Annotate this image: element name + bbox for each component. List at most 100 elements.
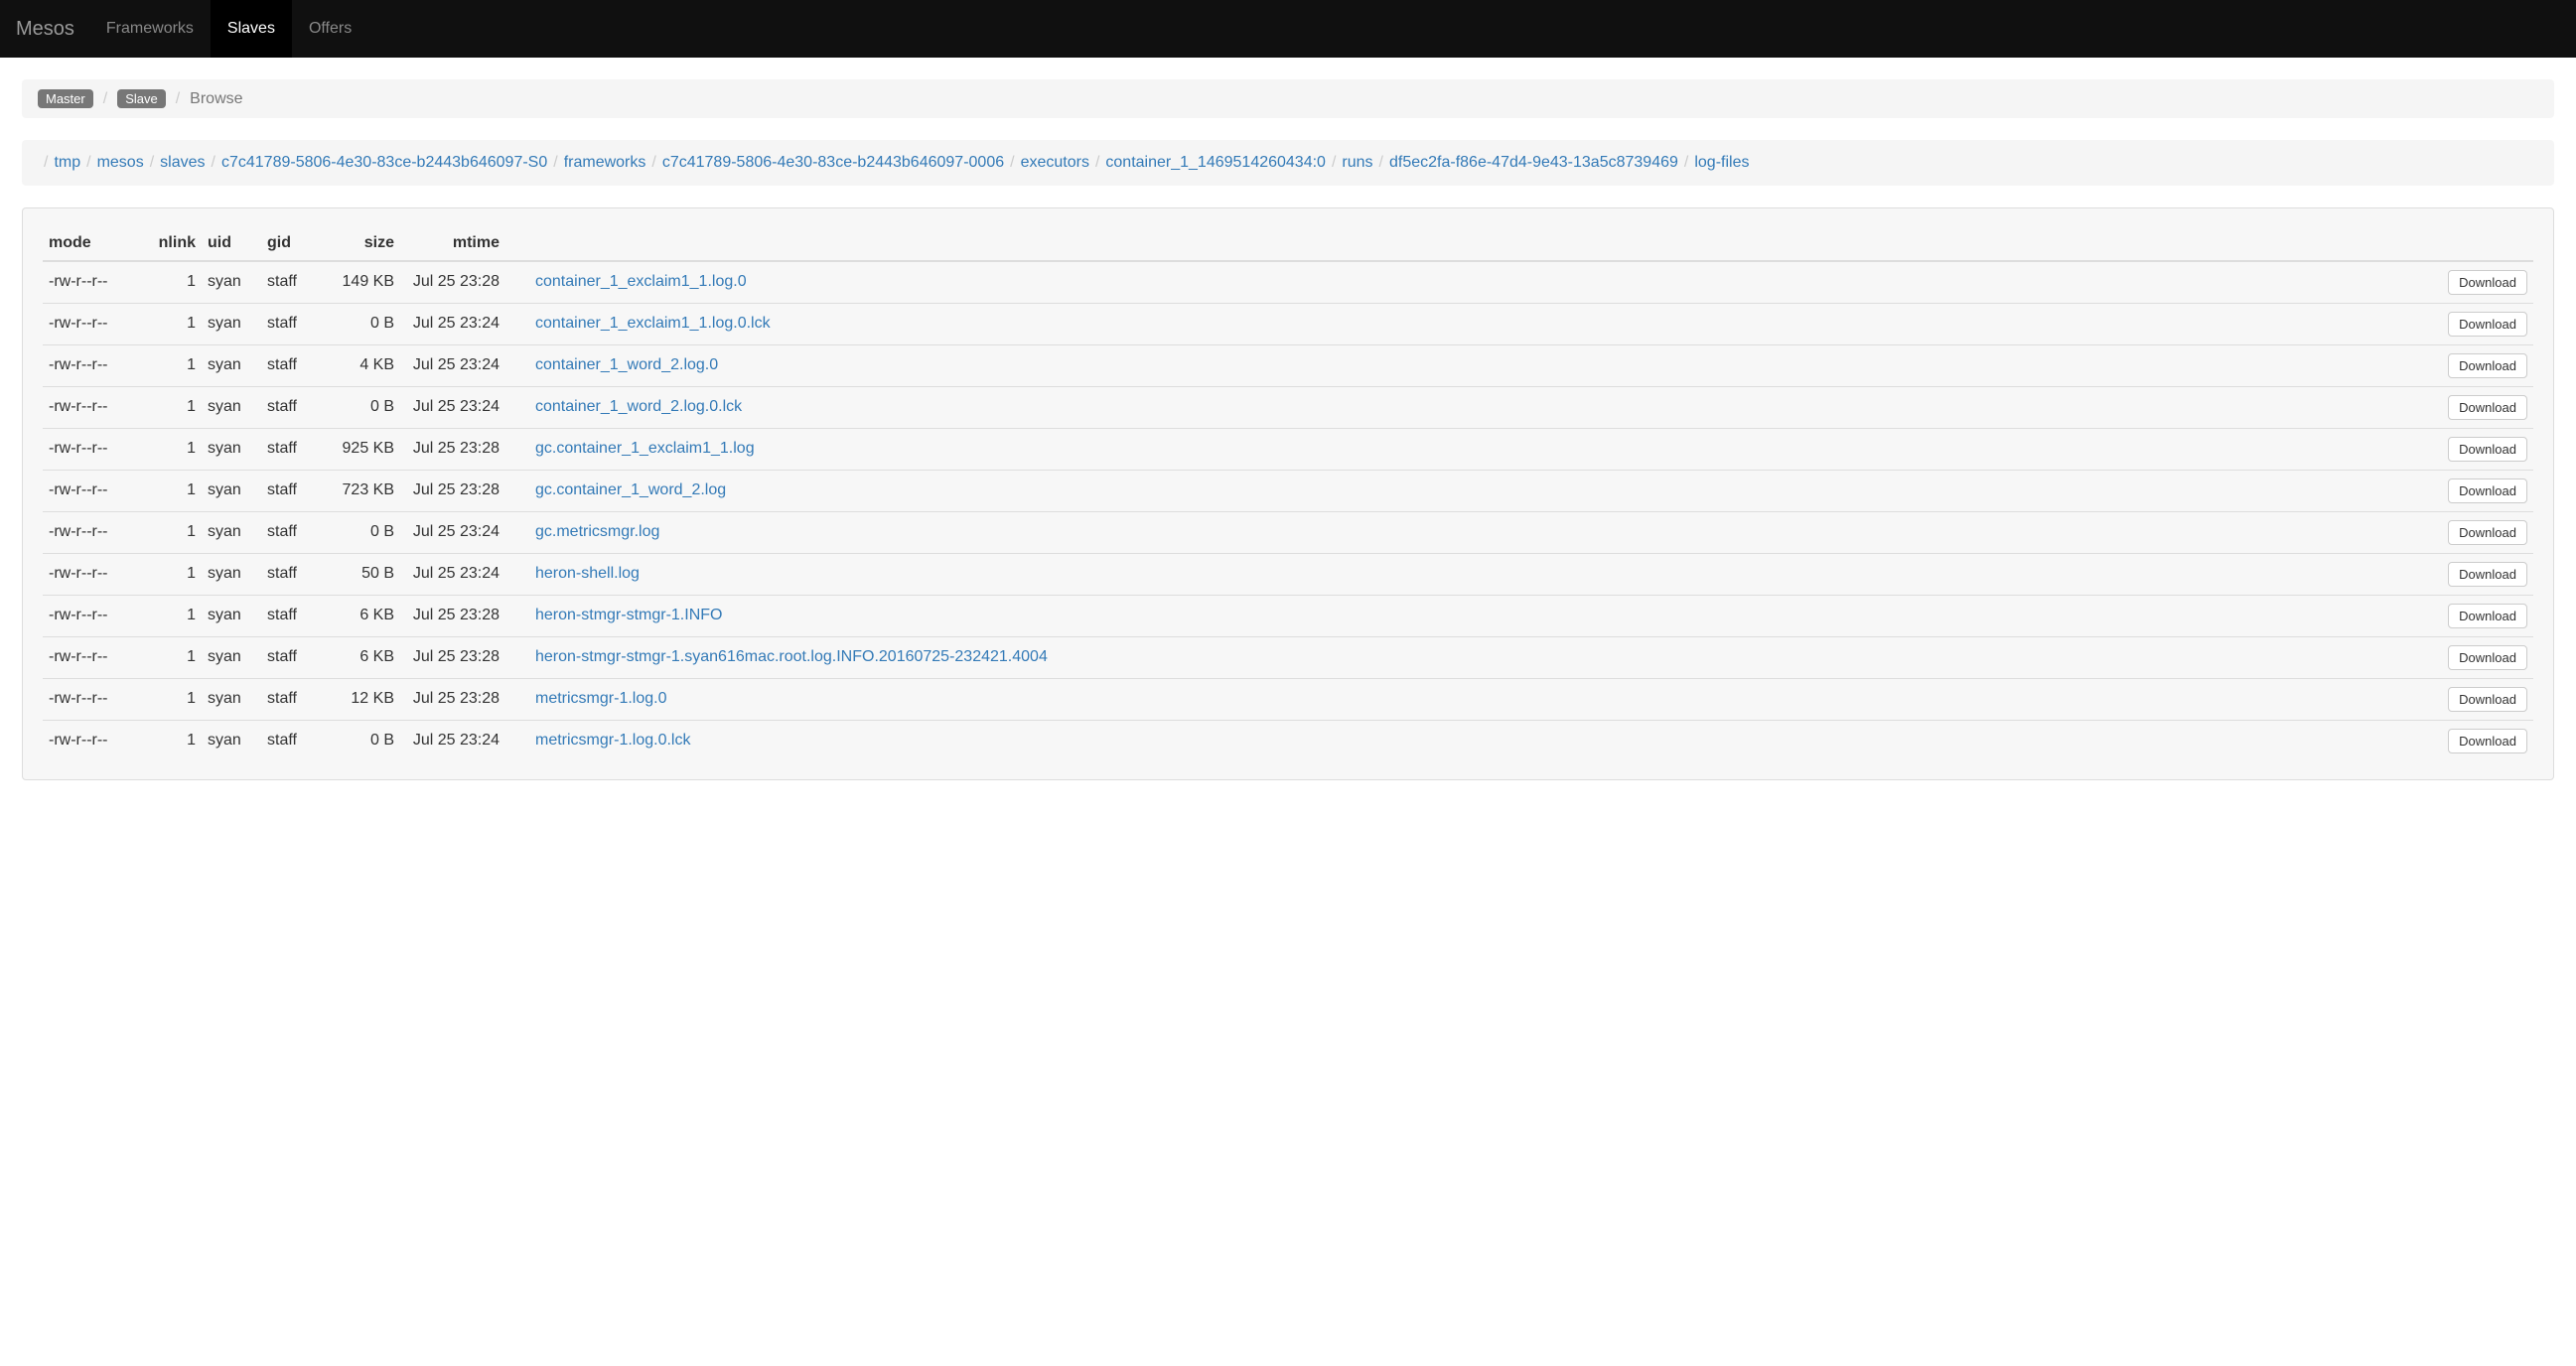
breadcrumb-separator: / [176, 90, 180, 108]
cell-uid: syan [202, 636, 261, 678]
file-link[interactable]: heron-stmgr-stmgr-1.INFO [535, 607, 722, 623]
breadcrumb-separator: / [80, 154, 96, 171]
file-link[interactable]: heron-stmgr-stmgr-1.syan616mac.root.log.… [535, 648, 1048, 665]
cell-mode: -rw-r--r-- [43, 470, 152, 511]
path-crumb[interactable]: mesos [97, 154, 144, 171]
download-button[interactable]: Download [2448, 437, 2527, 462]
breadcrumb-slave-badge[interactable]: Slave [117, 89, 166, 108]
file-link[interactable]: heron-shell.log [535, 565, 640, 582]
breadcrumb-separator: / [1089, 154, 1105, 171]
nav-item-slaves[interactable]: Slaves [211, 0, 292, 58]
path-breadcrumb: /tmp/mesos/slaves/c7c41789-5806-4e30-83c… [22, 140, 2554, 186]
path-crumb[interactable]: df5ec2fa-f86e-47d4-9e43-13a5c8739469 [1389, 154, 1678, 171]
cell-download: Download [2434, 720, 2533, 761]
download-button[interactable]: Download [2448, 395, 2527, 420]
cell-gid: staff [261, 303, 321, 344]
file-link[interactable]: gc.container_1_word_2.log [535, 481, 726, 498]
cell-download: Download [2434, 595, 2533, 636]
cell-mtime: Jul 25 23:24 [400, 344, 529, 386]
cell-filename: heron-stmgr-stmgr-1.syan616mac.root.log.… [529, 636, 2434, 678]
path-crumb[interactable]: frameworks [564, 154, 646, 171]
table-row: -rw-r--r--1syanstaff12 KBJul 25 23:28met… [43, 678, 2533, 720]
download-button[interactable]: Download [2448, 520, 2527, 545]
download-button[interactable]: Download [2448, 645, 2527, 670]
col-header-nlink[interactable]: nlink [152, 226, 202, 261]
top-navbar: Mesos FrameworksSlavesOffers [0, 0, 2576, 58]
cell-download: Download [2434, 511, 2533, 553]
col-header-name [529, 226, 2434, 261]
breadcrumb-separator: / [144, 154, 160, 171]
cell-nlink: 1 [152, 261, 202, 304]
cell-nlink: 1 [152, 636, 202, 678]
path-crumb[interactable]: c7c41789-5806-4e30-83ce-b2443b646097-S0 [221, 154, 547, 171]
cell-gid: staff [261, 636, 321, 678]
cell-size: 0 B [321, 386, 400, 428]
cell-mode: -rw-r--r-- [43, 636, 152, 678]
download-button[interactable]: Download [2448, 270, 2527, 295]
cell-nlink: 1 [152, 428, 202, 470]
col-header-mtime[interactable]: mtime [400, 226, 529, 261]
download-button[interactable]: Download [2448, 604, 2527, 628]
cell-uid: syan [202, 386, 261, 428]
nav-item-frameworks[interactable]: Frameworks [89, 0, 211, 58]
path-crumb[interactable]: tmp [54, 154, 80, 171]
path-crumb[interactable]: container_1_1469514260434:0 [1105, 154, 1326, 171]
cell-size: 4 KB [321, 344, 400, 386]
breadcrumb-master-badge[interactable]: Master [38, 89, 93, 108]
path-crumb[interactable]: c7c41789-5806-4e30-83ce-b2443b646097-000… [662, 154, 1004, 171]
download-button[interactable]: Download [2448, 687, 2527, 712]
brand-link[interactable]: Mesos [16, 0, 89, 58]
col-header-size[interactable]: size [321, 226, 400, 261]
file-link[interactable]: metricsmgr-1.log.0.lck [535, 732, 690, 749]
cell-size: 925 KB [321, 428, 400, 470]
cell-mode: -rw-r--r-- [43, 428, 152, 470]
cell-uid: syan [202, 470, 261, 511]
cell-mtime: Jul 25 23:28 [400, 470, 529, 511]
cell-gid: staff [261, 595, 321, 636]
cell-filename: container_1_exclaim1_1.log.0.lck [529, 303, 2434, 344]
cell-size: 723 KB [321, 470, 400, 511]
cell-gid: staff [261, 511, 321, 553]
download-button[interactable]: Download [2448, 729, 2527, 753]
file-table: mode nlink uid gid size mtime -rw-r--r--… [43, 226, 2533, 761]
cell-mode: -rw-r--r-- [43, 720, 152, 761]
cell-size: 0 B [321, 511, 400, 553]
page-content: Master / Slave / Browse /tmp/mesos/slave… [0, 58, 2576, 802]
cell-uid: syan [202, 511, 261, 553]
path-crumb[interactable]: slaves [160, 154, 205, 171]
file-link[interactable]: container_1_word_2.log.0.lck [535, 398, 742, 415]
cell-filename: container_1_word_2.log.0 [529, 344, 2434, 386]
col-header-download [2434, 226, 2533, 261]
file-link[interactable]: metricsmgr-1.log.0 [535, 690, 666, 707]
download-button[interactable]: Download [2448, 562, 2527, 587]
cell-uid: syan [202, 303, 261, 344]
cell-filename: gc.container_1_word_2.log [529, 470, 2434, 511]
nav-item-offers[interactable]: Offers [292, 0, 368, 58]
download-button[interactable]: Download [2448, 312, 2527, 337]
cell-download: Download [2434, 428, 2533, 470]
download-button[interactable]: Download [2448, 478, 2527, 503]
download-button[interactable]: Download [2448, 353, 2527, 378]
col-header-mode[interactable]: mode [43, 226, 152, 261]
cell-gid: staff [261, 553, 321, 595]
path-crumb[interactable]: executors [1021, 154, 1089, 171]
col-header-uid[interactable]: uid [202, 226, 261, 261]
file-link[interactable]: container_1_exclaim1_1.log.0 [535, 273, 747, 290]
cell-mtime: Jul 25 23:28 [400, 428, 529, 470]
cell-uid: syan [202, 344, 261, 386]
file-link[interactable]: gc.metricsmgr.log [535, 523, 659, 540]
cell-uid: syan [202, 720, 261, 761]
col-header-gid[interactable]: gid [261, 226, 321, 261]
cell-gid: staff [261, 720, 321, 761]
file-link[interactable]: container_1_exclaim1_1.log.0.lck [535, 315, 771, 332]
path-crumb[interactable]: log-files [1694, 154, 1749, 171]
table-row: -rw-r--r--1syanstaff0 BJul 25 23:24metri… [43, 720, 2533, 761]
file-link[interactable]: container_1_word_2.log.0 [535, 356, 718, 373]
cell-uid: syan [202, 678, 261, 720]
breadcrumb-separator: / [103, 90, 107, 108]
file-link[interactable]: gc.container_1_exclaim1_1.log [535, 440, 755, 457]
path-crumb[interactable]: runs [1342, 154, 1372, 171]
breadcrumb-separator: / [547, 154, 563, 171]
cell-download: Download [2434, 386, 2533, 428]
cell-size: 6 KB [321, 636, 400, 678]
